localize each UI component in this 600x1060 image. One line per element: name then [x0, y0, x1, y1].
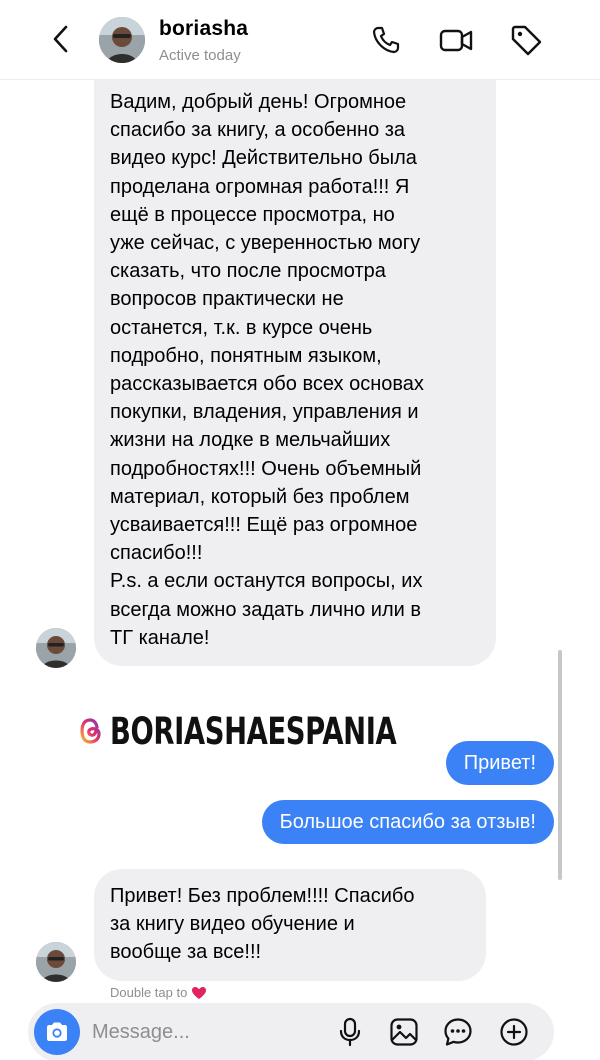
message-line: проделана огромная работа!!! Я: [110, 175, 410, 198]
message-line: спасибо за книгу, а особенно за: [110, 119, 406, 142]
heart-icon: [192, 986, 207, 999]
message-line: видео курс! Действительно была: [110, 147, 417, 170]
avatar-photo: [99, 17, 145, 63]
message-line: ещё в процессе просмотра, но: [110, 203, 395, 226]
message-line: подробностях!!! Очень объемный: [110, 457, 422, 480]
message-line: уже сейчас, с уверенностью могу: [110, 232, 421, 255]
gallery-icon: [390, 1018, 418, 1046]
chat-header: boriasha Active today: [0, 0, 600, 80]
message-line: останется, т.к. в курсе очень: [110, 316, 373, 339]
message-line: всегда можно задать лично или в: [110, 598, 421, 621]
message-line: за книгу видео обучение и: [110, 913, 355, 936]
incoming-message-bubble[interactable]: Вадим, добрый день! Огромное спасибо за …: [94, 76, 496, 666]
tag-icon: [511, 25, 542, 56]
brand-logo: BORIASHAESPANIA: [78, 707, 497, 755]
video-camera-icon: [439, 29, 473, 52]
video-call-button[interactable]: [438, 22, 474, 58]
phone-icon: [372, 26, 400, 54]
call-button[interactable]: [368, 22, 404, 58]
incoming-message-bubble[interactable]: Привет! Без проблем!!!! Спасибо за книгу…: [94, 869, 486, 981]
sender-avatar[interactable]: [36, 628, 76, 668]
message-line: усваивается!!! Ещё раз огромное: [110, 514, 418, 537]
message-line: рассказывается обо всех основах: [110, 373, 424, 396]
camera-button[interactable]: [34, 1009, 80, 1055]
message-line: Вадим, добрый день! Огромное: [110, 91, 407, 113]
back-button[interactable]: [44, 22, 78, 56]
contact-name[interactable]: boriasha: [159, 17, 248, 41]
add-attachment-button[interactable]: [498, 1016, 530, 1048]
message-line: спасибо!!!: [110, 542, 203, 565]
message-line: P.s. а если останутся вопросы, их: [110, 570, 423, 593]
back-chevron-icon: [53, 25, 68, 53]
brand-logo-text: BORIASHAESPANIA: [110, 709, 397, 753]
message-line: сказать, что после просмотра: [110, 260, 386, 283]
outgoing-message-bubble[interactable]: Большое спасибо за отзыв!: [261, 800, 554, 844]
message-line: жизни на лодке в мельчайших: [110, 429, 391, 452]
chat-screen: boriasha Active today Вадим, добрый день…: [0, 0, 600, 1060]
tag-button[interactable]: [508, 22, 544, 58]
double-tap-hint-text: Double tap to: [110, 985, 188, 1000]
microphone-icon: [339, 1017, 361, 1047]
message-line: покупки, владения, управления и: [110, 401, 419, 424]
threads-logo-icon: [80, 718, 101, 744]
camera-icon: [47, 1022, 67, 1041]
sticker-icon: [444, 1018, 472, 1046]
avatar-photo: [36, 628, 76, 668]
message-line: материал, который без проблем: [110, 485, 410, 508]
message-line: вопросов практически не: [110, 288, 344, 311]
message-line: подробно, понятным языком,: [110, 344, 382, 367]
add-icon: [500, 1018, 528, 1046]
scrollbar[interactable]: [558, 650, 562, 880]
message-input[interactable]: [92, 1013, 332, 1051]
double-tap-hint: Double tap to: [110, 985, 207, 1000]
contact-status: Active today: [159, 47, 241, 64]
sticker-button[interactable]: [442, 1016, 474, 1048]
voice-message-button[interactable]: [334, 1016, 366, 1048]
gallery-button[interactable]: [388, 1016, 420, 1048]
message-line: Привет! Без проблем!!!! Спасибо: [110, 885, 415, 907]
message-line: ТГ канале!: [110, 626, 210, 649]
message-composer: [28, 1003, 554, 1060]
outgoing-message-bubble[interactable]: Привет!: [445, 741, 554, 785]
contact-avatar[interactable]: [99, 17, 145, 63]
sender-avatar[interactable]: [36, 942, 76, 982]
message-line: вообще за все!!!: [110, 941, 262, 964]
avatar-photo: [36, 942, 76, 982]
